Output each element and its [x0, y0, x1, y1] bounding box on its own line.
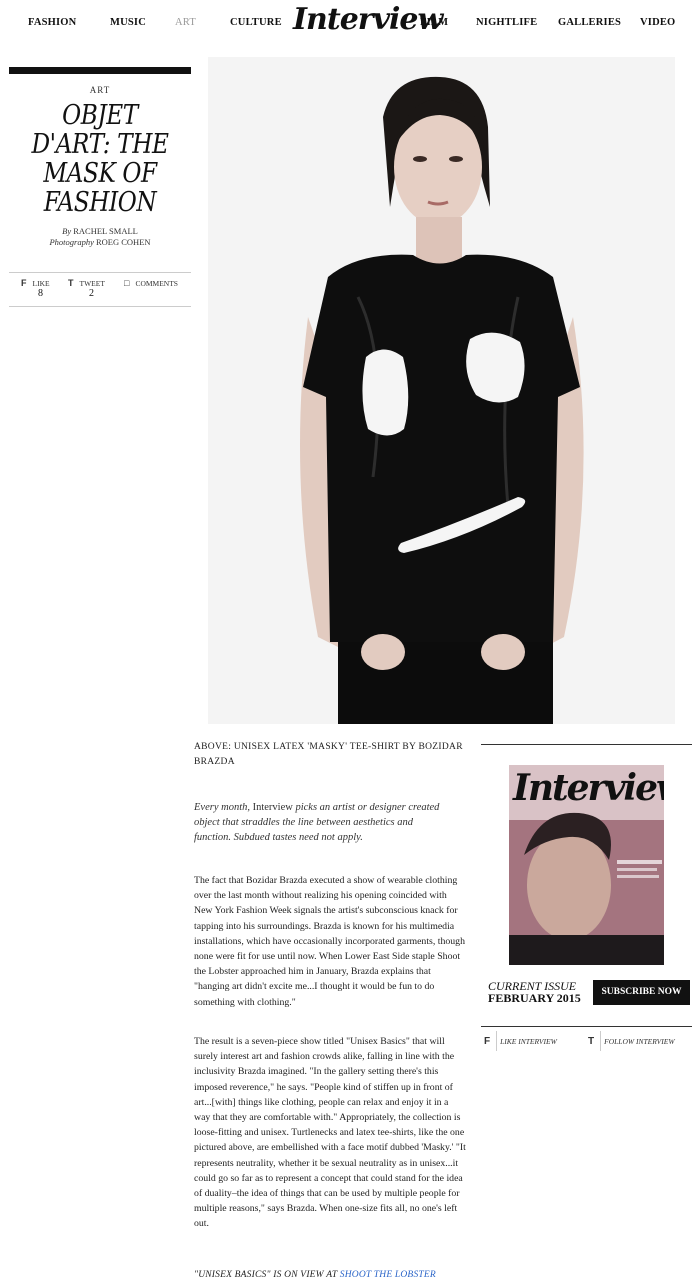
article-paragraph-2: The result is a seven-piece show titled … — [194, 1036, 466, 1230]
sidebar-top-rule — [481, 744, 692, 745]
like-interview-label: LIKE INTERVIEW — [500, 1037, 557, 1046]
nav-film[interactable]: FILM — [420, 17, 448, 28]
article-paragraph-1: The fact that Bozidar Brazda executed a … — [194, 875, 465, 1008]
photo-caption: ABOVE: UNISEX LATEX 'MASKY' TEE-SHIRT BY… — [194, 742, 463, 767]
author-name[interactable]: RACHEL SMALL — [73, 226, 138, 236]
intro-pre: Every month, — [194, 802, 253, 813]
header-rule — [9, 67, 191, 74]
twitter-icon: t — [588, 1036, 595, 1047]
nav-video[interactable]: VIDEO — [640, 17, 675, 28]
article-headline: OBJET D'ART: THE MASK OF FASHION — [31, 100, 169, 218]
like-label: LIKE — [32, 279, 50, 288]
intro-magazine: Interview — [252, 802, 293, 813]
nav-music[interactable]: MUSIC — [110, 17, 146, 28]
cover-logo: Interview — [513, 767, 664, 809]
nav-nightlife[interactable]: NIGHTLIFE — [476, 17, 537, 28]
hero-photo — [208, 57, 675, 724]
shoot-the-lobster-link[interactable]: SHOOT THE LOBSTER — [340, 1270, 436, 1280]
nav-fashion[interactable]: FASHION — [28, 17, 76, 28]
nav-galleries[interactable]: GALLERIES — [558, 17, 621, 28]
sidebar-bottom-rule — [481, 1026, 692, 1027]
on-view-text: "UNISEX BASICS" IS ON VIEW AT — [194, 1270, 340, 1280]
comments-label: COMMENTS — [135, 279, 178, 288]
subscribe-button[interactable]: SUBSCRIBE NOW — [593, 980, 690, 1005]
byline: By RACHEL SMALL Photography ROEG COHEN — [9, 226, 191, 248]
by-label: By — [62, 226, 72, 236]
tweet-label: TWEET — [79, 279, 105, 288]
current-issue-date: FEBRUARY 2015 — [488, 991, 581, 1005]
social-bar: f LIKE 8 t TWEET 2 □ COMMENTS — [9, 272, 191, 307]
article-header: ART OBJET D'ART: THE MASK OF FASHION By … — [9, 67, 191, 307]
on-view-line: "UNISEX BASICS" IS ON VIEW AT SHOOT THE … — [194, 1270, 436, 1280]
comments-button[interactable]: □ COMMENTS — [124, 278, 178, 288]
like-button[interactable]: f LIKE 8 — [21, 278, 50, 299]
facebook-icon: f — [21, 278, 27, 288]
follow-interview-label: FOLLOW INTERVIEW — [604, 1037, 675, 1046]
follow-interview-link[interactable]: t FOLLOW INTERVIEW — [588, 1036, 675, 1047]
twitter-icon: t — [68, 278, 74, 288]
top-nav: FASHION MUSIC ART CULTURE Interview FILM… — [0, 0, 700, 52]
like-count: 8 — [38, 288, 43, 299]
nav-art[interactable]: ART — [175, 17, 196, 28]
article-category[interactable]: ART — [9, 85, 191, 95]
magazine-cover[interactable]: Interview — [509, 765, 664, 965]
comment-icon: □ — [124, 278, 130, 288]
tweet-button[interactable]: t TWEET 2 — [68, 278, 105, 299]
facebook-icon: f — [484, 1036, 491, 1047]
nav-culture[interactable]: CULTURE — [230, 17, 282, 28]
article-intro: Every month, Interview picks an artist o… — [194, 800, 444, 845]
photo-label: Photography — [49, 237, 94, 247]
photographer-name[interactable]: ROEG COHEN — [96, 237, 151, 247]
like-interview-link[interactable]: f LIKE INTERVIEW — [484, 1036, 557, 1047]
site-logo[interactable]: Interview — [293, 2, 443, 52]
tweet-count: 2 — [89, 288, 94, 299]
model-photo-illustration — [208, 57, 675, 724]
